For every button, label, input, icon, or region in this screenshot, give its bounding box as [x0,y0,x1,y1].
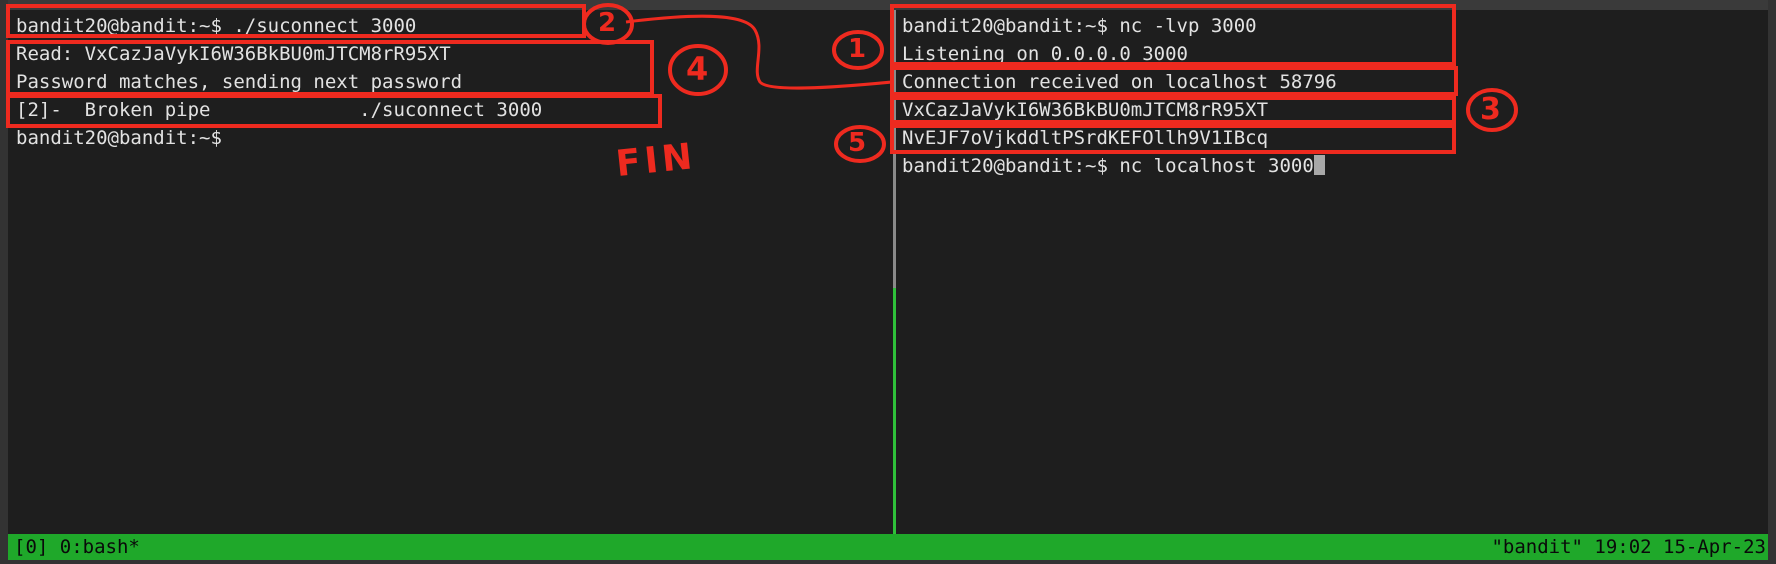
left-pane-line: bandit20@bandit:~$ [16,127,222,149]
annotation-box-listen [890,4,1456,66]
annotation-box-sent-password [890,96,1456,124]
annotation-step-4: 4 [686,50,709,88]
tmux-status-bar: [0] 0:bash* "bandit" 19:02 15-Apr-23 [8,534,1768,560]
annotation-box-read-password [6,40,654,96]
annotation-step-3: 3 [1480,92,1501,127]
status-host-time: "bandit" 19:02 15-Apr-23 [1491,536,1766,558]
annotation-step-5: 5 [848,128,867,158]
annotation-box-command-suconnect [6,4,586,38]
annotation-box-next-password [890,124,1456,154]
text-cursor [1313,155,1325,175]
window-right-border [1768,0,1776,564]
annotation-box-broken-pipe [6,94,662,128]
annotation-step-2: 2 [598,8,617,38]
status-window-list[interactable]: [0] 0:bash* [14,534,140,560]
right-pane-prompt-line[interactable]: bandit20@bandit:~$ nc localhost 3000 [902,152,1325,180]
annotation-box-connection-received [890,66,1458,96]
right-pane-prompt-text: bandit20@bandit:~$ nc localhost 3000 [902,155,1314,177]
pane-divider-active[interactable] [893,288,896,534]
annotation-step-1: 1 [848,34,867,64]
annotation-fin: FIN [614,135,699,186]
